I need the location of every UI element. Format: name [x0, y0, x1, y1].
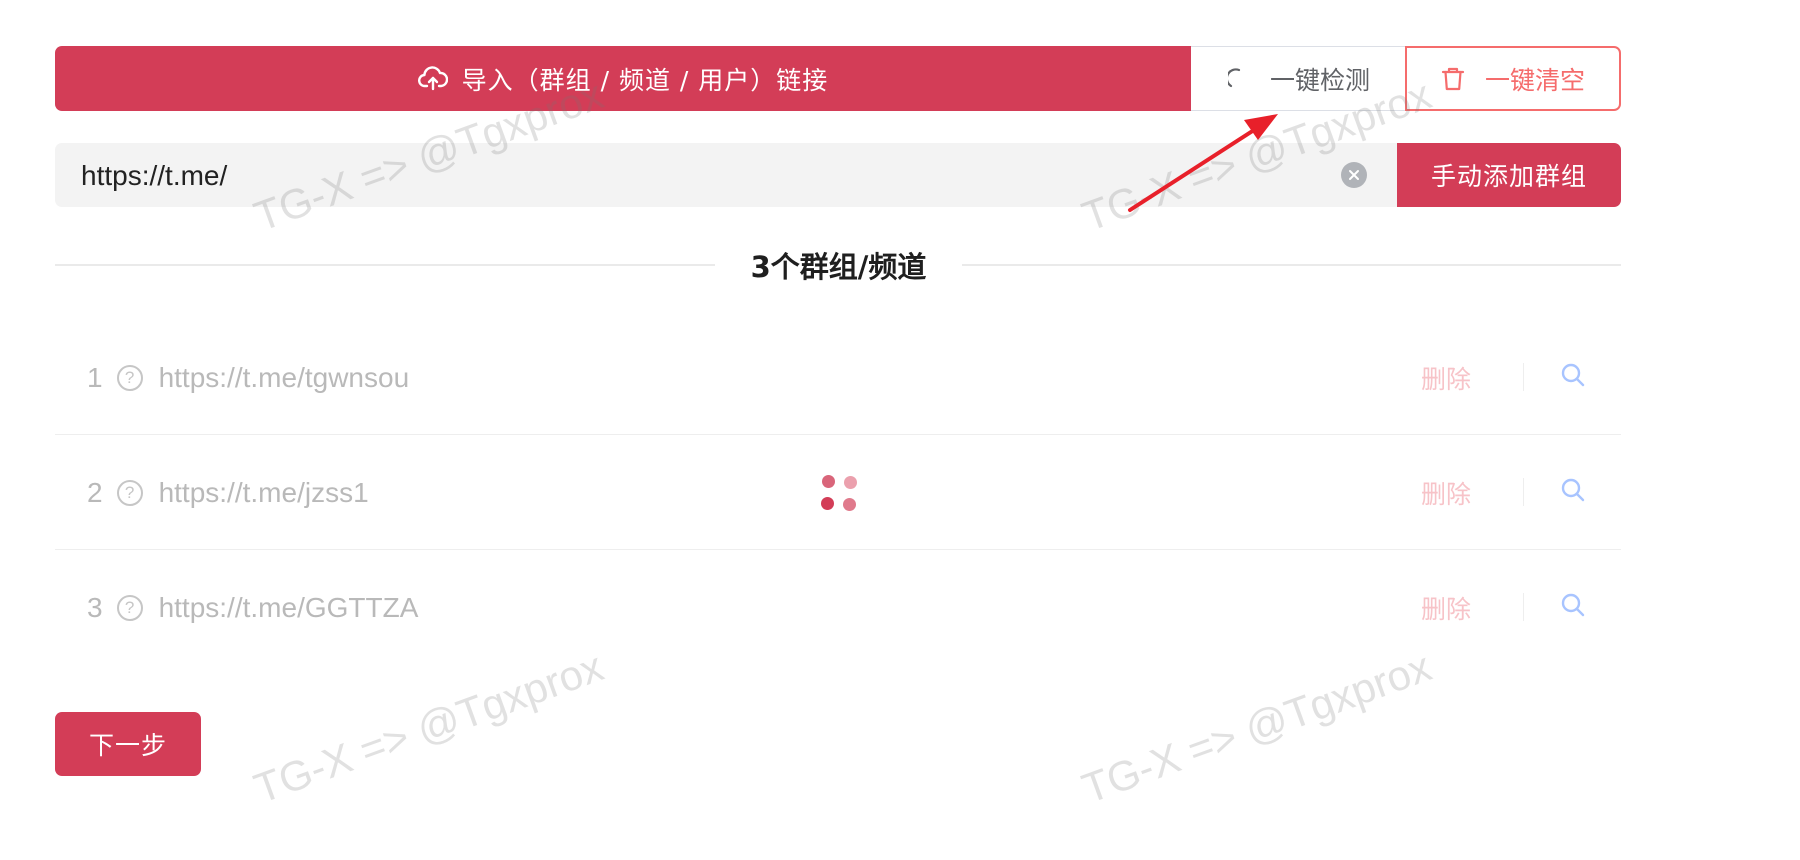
question-circle-icon: ?: [116, 479, 143, 506]
manual-add-group-button[interactable]: 手动添加群组: [1397, 143, 1621, 207]
next-step-button[interactable]: 下一步: [55, 712, 201, 776]
group-count-title: 3个群组/频道: [750, 250, 927, 284]
delete-button[interactable]: 删除: [1421, 435, 1471, 550]
loading-dots-icon: [820, 475, 860, 515]
list-item-url: https://t.me/jzss1: [158, 476, 369, 508]
one-click-clear-button[interactable]: 一键清空: [1405, 46, 1621, 111]
one-click-clear-label: 一键清空: [1484, 65, 1585, 95]
question-circle-icon: ?: [116, 594, 143, 621]
import-links-label: 导入（群组 / 频道 / 用户）链接: [461, 65, 829, 95]
watermark: TG-X => @Tgxprox: [1076, 642, 1438, 813]
manual-add-group-label: 手动添加群组: [1430, 162, 1587, 191]
list-item: 3 ? https://t.me/GGTTZA 删除: [55, 550, 1621, 665]
divider-line-right: [962, 264, 1621, 266]
list-item-url: https://t.me/tgwnsou: [158, 361, 410, 393]
search-icon[interactable]: [1560, 592, 1586, 618]
cloud-upload-icon: [417, 65, 448, 92]
one-click-detect-label: 一键检测: [1269, 65, 1370, 95]
url-input-container: [55, 143, 1397, 209]
next-step-label: 下一步: [88, 731, 167, 760]
import-links-button[interactable]: 导入（群组 / 频道 / 用户）链接: [55, 46, 1191, 111]
watermark: TG-X => @Tgxprox: [248, 642, 610, 813]
list-item-url: https://t.me/GGTTZA: [158, 591, 419, 623]
trash-icon: [1441, 66, 1465, 92]
one-click-detect-button[interactable]: 一键检测: [1191, 46, 1407, 111]
search-icon[interactable]: [1560, 362, 1586, 388]
delete-button[interactable]: 删除: [1421, 550, 1471, 665]
question-circle-icon: ?: [116, 364, 143, 391]
list-item-index: 2: [87, 476, 103, 508]
url-input[interactable]: [79, 143, 1313, 209]
action-separator: [1523, 363, 1524, 391]
clear-circle-icon[interactable]: [1341, 162, 1367, 188]
delete-button[interactable]: 删除: [1421, 320, 1471, 435]
divider-line-left: [55, 264, 715, 266]
list-item-index: 1: [87, 361, 103, 393]
list-item-index: 3: [87, 591, 103, 623]
action-separator: [1523, 478, 1524, 506]
action-separator: [1523, 593, 1524, 621]
search-icon[interactable]: [1560, 477, 1586, 503]
loading-spinner-icon: [1227, 67, 1250, 90]
list-item: 1 ? https://t.me/tgwnsou 删除: [55, 320, 1621, 435]
